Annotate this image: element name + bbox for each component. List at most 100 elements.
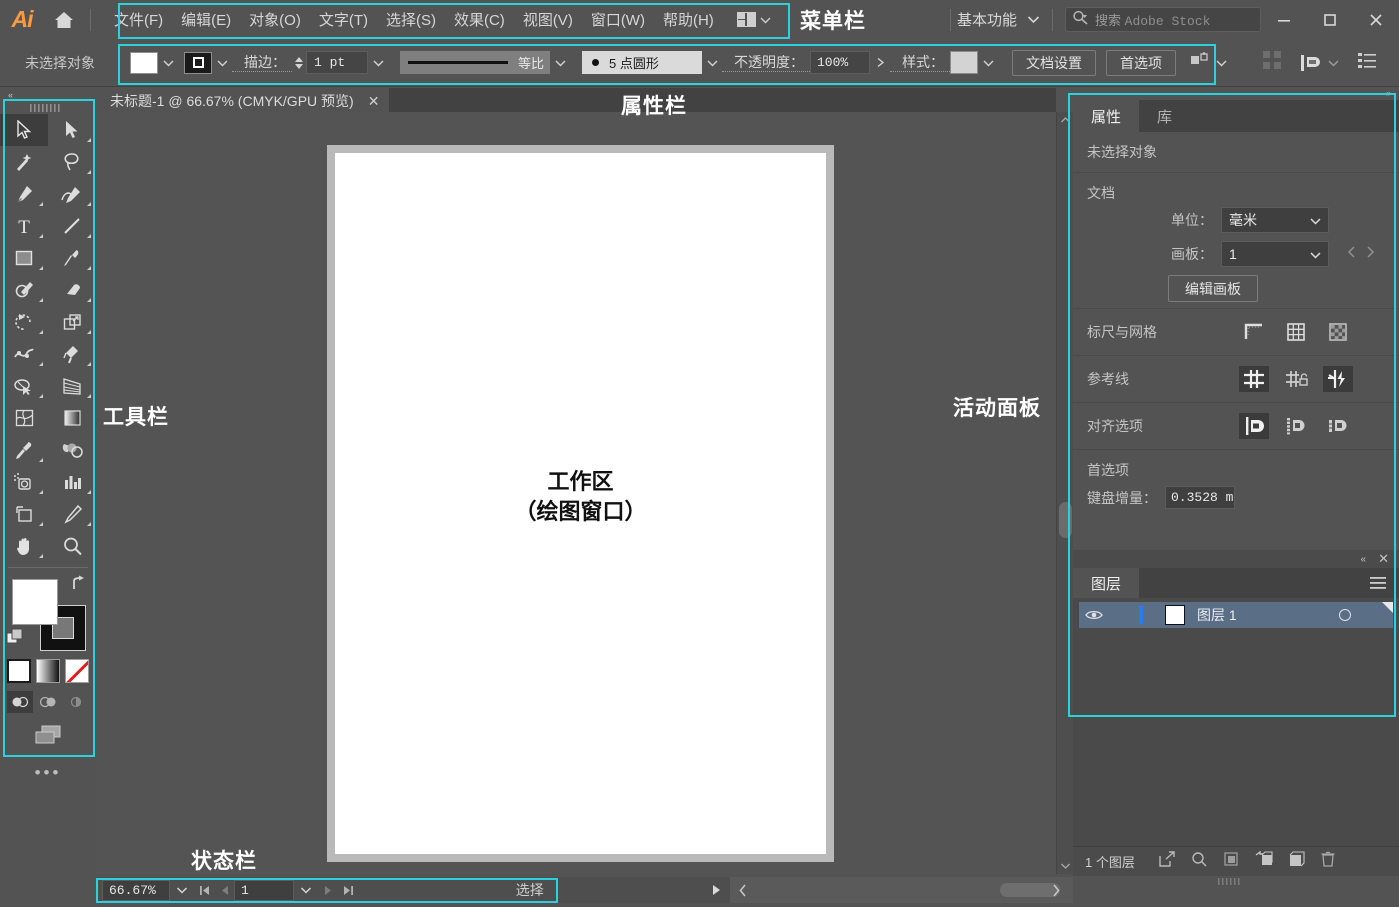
- canvas-vertical-scrollbar[interactable]: [1056, 112, 1073, 874]
- preferences-button[interactable]: 首选项: [1106, 49, 1176, 76]
- magic-wand-tool[interactable]: [0, 146, 48, 178]
- make-clipping-mask-icon[interactable]: [1223, 851, 1239, 872]
- gradient-mode-button[interactable]: [36, 659, 60, 683]
- align-to-artboard-icon[interactable]: [1323, 413, 1353, 439]
- screen-mode-button[interactable]: [0, 723, 96, 747]
- show-guides-icon[interactable]: [1239, 366, 1269, 392]
- search-icon[interactable]: [1191, 851, 1207, 872]
- layers-close-icon[interactable]: ✕: [1378, 551, 1389, 567]
- menu-item-view[interactable]: 视图(V): [514, 5, 582, 34]
- show-rulers-icon[interactable]: [1239, 319, 1269, 345]
- tab-libraries[interactable]: 库: [1139, 100, 1190, 132]
- create-sublayer-icon[interactable]: [1255, 850, 1273, 872]
- properties-list-icon[interactable]: [1357, 51, 1377, 74]
- document-tab[interactable]: 未标题-1 @ 66.67% (CMYK/GPU 预览) ✕: [96, 88, 390, 114]
- toolbar-drag-handle[interactable]: [0, 102, 96, 114]
- layers-panel-resize-handle[interactable]: [1073, 876, 1399, 886]
- zoom-tool[interactable]: [48, 530, 96, 562]
- arrange-documents-button[interactable]: [723, 11, 781, 29]
- perspective-grid-tool[interactable]: [48, 370, 96, 402]
- edit-artboard-button[interactable]: 编辑画板: [1168, 275, 1258, 302]
- menu-item-edit[interactable]: 编辑(E): [172, 5, 240, 34]
- menu-item-window[interactable]: 窗口(W): [582, 5, 654, 34]
- default-fill-stroke-icon[interactable]: [6, 628, 26, 651]
- menu-item-type[interactable]: 文字(T): [310, 5, 377, 34]
- edit-toolbar-button[interactable]: •••: [0, 763, 96, 783]
- scroll-left-icon[interactable]: [730, 884, 756, 897]
- gradient-tool[interactable]: [48, 402, 96, 434]
- smart-guides-icon[interactable]: [1323, 366, 1353, 392]
- close-icon[interactable]: ✕: [368, 93, 380, 110]
- horizontal-scrollbar[interactable]: [729, 877, 1073, 903]
- menu-item-select[interactable]: 选择(S): [377, 5, 445, 34]
- lock-guides-icon[interactable]: [1281, 366, 1311, 392]
- line-segment-tool[interactable]: [48, 210, 96, 242]
- swap-fill-stroke-icon[interactable]: [70, 575, 88, 596]
- lasso-tool[interactable]: [48, 146, 96, 178]
- first-artboard-button[interactable]: [194, 885, 214, 896]
- variable-width-profile-select[interactable]: 等比: [400, 51, 550, 74]
- search-adobe-stock-input[interactable]: 搜索 Adobe Stock: [1065, 7, 1261, 32]
- eyedropper-tool[interactable]: [0, 434, 48, 466]
- show-transparency-grid-icon[interactable]: [1323, 319, 1353, 345]
- artboard-select[interactable]: 1: [1221, 241, 1329, 267]
- stroke-swatch[interactable]: [184, 51, 212, 74]
- next-artboard-icon[interactable]: [1366, 245, 1375, 263]
- draw-inside-icon[interactable]: [63, 691, 89, 713]
- pen-tool[interactable]: [0, 178, 48, 210]
- select-similar-objects-icon[interactable]: [1190, 51, 1210, 74]
- column-graph-tool[interactable]: [48, 466, 96, 498]
- toolbar-collapse-button[interactable]: «: [0, 88, 96, 102]
- opacity-input[interactable]: 100%: [810, 51, 870, 74]
- align-chevron-down-icon[interactable]: [1328, 54, 1339, 72]
- artboard-tool[interactable]: [0, 498, 48, 530]
- scroll-down-icon[interactable]: [1057, 858, 1074, 874]
- fill-chevron-down-icon[interactable]: [158, 52, 178, 74]
- fill-color-box[interactable]: [12, 579, 58, 625]
- none-mode-button[interactable]: [65, 659, 89, 683]
- target-indicator-icon[interactable]: [1339, 609, 1351, 621]
- layers-collapse-icon[interactable]: «: [1361, 554, 1367, 565]
- scrollbar-thumb[interactable]: [1059, 502, 1072, 538]
- width-tool[interactable]: [0, 338, 48, 370]
- color-mode-button[interactable]: [7, 659, 31, 683]
- curvature-tool[interactable]: [48, 178, 96, 210]
- unit-select[interactable]: 毫米: [1221, 207, 1329, 233]
- delete-layer-icon[interactable]: [1321, 851, 1335, 872]
- slice-tool[interactable]: [48, 498, 96, 530]
- keyboard-increment-input[interactable]: 0.3528 m: [1165, 486, 1235, 509]
- workspace-chevron-icon[interactable]: [1027, 11, 1040, 29]
- select-similar-chevron-down-icon[interactable]: [1216, 54, 1227, 72]
- symbol-sprayer-tool[interactable]: [0, 466, 48, 498]
- draw-normal-icon[interactable]: [7, 691, 33, 713]
- zoom-chevron-down-icon[interactable]: [170, 886, 194, 894]
- shape-builder-tool[interactable]: [0, 370, 48, 402]
- previous-artboard-icon[interactable]: [1347, 245, 1356, 263]
- home-icon[interactable]: [44, 10, 84, 30]
- panel-collapse-icon[interactable]: »: [1386, 88, 1391, 98]
- width-profile-chevron-down-icon[interactable]: [550, 52, 570, 74]
- graphic-style-swatch[interactable]: [950, 51, 978, 74]
- menu-item-effect[interactable]: 效果(C): [445, 5, 514, 34]
- align-panel-button[interactable]: [1300, 54, 1339, 72]
- artboard-number-input[interactable]: 1: [234, 879, 294, 901]
- scroll-up-icon[interactable]: [1057, 112, 1074, 128]
- scroll-right-icon[interactable]: [1043, 884, 1069, 897]
- close-button[interactable]: [1353, 0, 1399, 39]
- last-artboard-button[interactable]: [338, 885, 358, 896]
- eraser-tool[interactable]: [48, 274, 96, 306]
- next-artboard-button[interactable]: [318, 885, 338, 896]
- maximize-button[interactable]: [1307, 0, 1353, 39]
- fill-color-control[interactable]: [130, 51, 178, 74]
- style-chevron-down-icon[interactable]: [978, 52, 998, 74]
- status-text[interactable]: 选择: [358, 880, 702, 900]
- hand-tool[interactable]: [0, 530, 48, 562]
- minimize-button[interactable]: [1261, 0, 1307, 39]
- rotate-tool[interactable]: [0, 306, 48, 338]
- canvas-workspace[interactable]: 工作区 （绘图窗口）: [96, 112, 1056, 874]
- previous-artboard-button[interactable]: [214, 885, 234, 896]
- shaper-tool[interactable]: [0, 274, 48, 306]
- paintbrush-tool[interactable]: [48, 242, 96, 274]
- stroke-color-control[interactable]: [184, 51, 232, 74]
- fill-swatch[interactable]: [130, 51, 158, 74]
